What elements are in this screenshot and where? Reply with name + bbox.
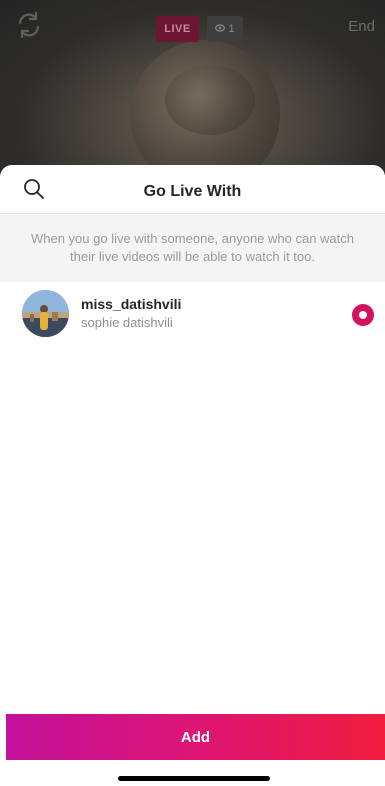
sheet-title: Go Live With [143, 183, 242, 200]
flip-camera-icon[interactable] [14, 10, 44, 40]
radio-selected-dot [359, 311, 367, 319]
viewer-count-badge[interactable]: 1 [207, 16, 243, 42]
info-banner: When you go live with someone, anyone wh… [0, 214, 385, 282]
live-badge: LIVE [156, 16, 199, 42]
video-subject-highlight [165, 65, 255, 135]
select-radio-button[interactable] [352, 304, 374, 326]
home-indicator [118, 776, 270, 781]
full-name: sophie datishvili [81, 315, 173, 330]
live-top-bar: LIVE 1 End [0, 0, 385, 60]
end-live-button[interactable]: End [348, 18, 375, 35]
sheet-header: Go Live With [0, 165, 385, 214]
live-video-background: LIVE 1 End [0, 0, 385, 175]
live-badge-label: LIVE [164, 23, 191, 35]
screen: LIVE 1 End Go Live With When you go live… [0, 0, 385, 786]
avatar [22, 290, 69, 337]
add-button[interactable]: Add [6, 714, 385, 760]
go-live-with-sheet: Go Live With When you go live with someo… [0, 165, 385, 786]
eye-icon [215, 23, 226, 35]
info-text: When you go live with someone, anyone wh… [30, 231, 355, 264]
viewer-count: 1 [228, 23, 235, 35]
user-list-item[interactable]: miss_datishvili sophie datishvili [0, 282, 385, 346]
username: miss_datishvili [81, 296, 182, 312]
